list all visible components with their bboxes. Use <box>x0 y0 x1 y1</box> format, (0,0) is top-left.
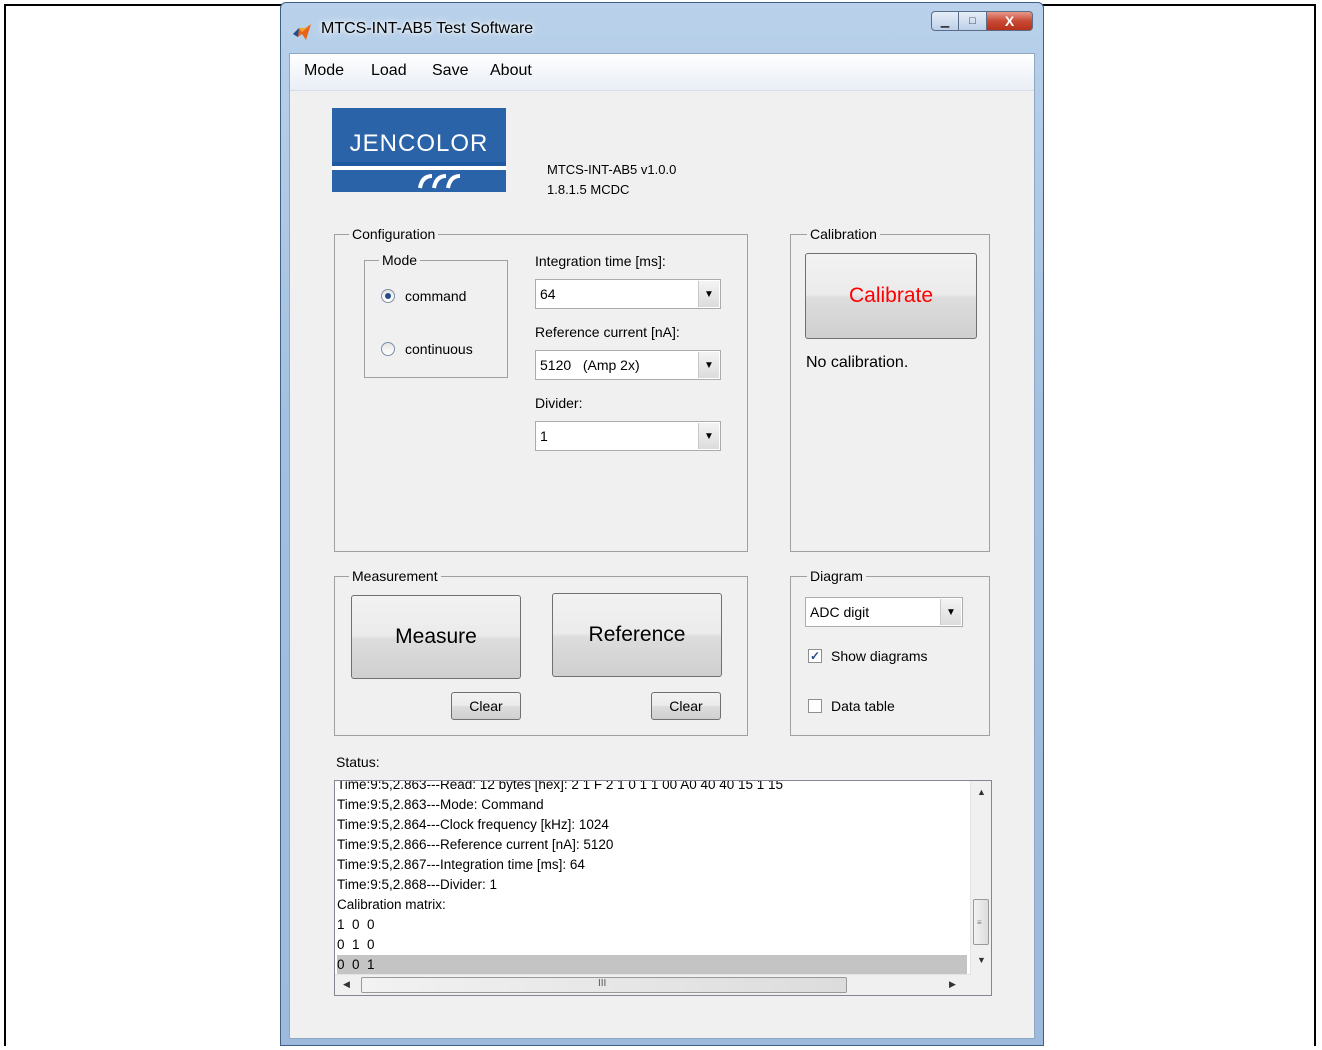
horizontal-scroll-thumb[interactable]: III <box>361 977 847 993</box>
configuration-title: Configuration <box>349 225 439 243</box>
status-log[interactable]: Time:9:5,2.863---Read: 12 bytes [hex]: 2… <box>334 780 992 996</box>
integration-time-value: 64 <box>540 286 556 302</box>
matlab-icon <box>293 24 311 40</box>
status-log-line[interactable]: 0 1 0 <box>337 935 967 955</box>
radio-command[interactable] <box>381 289 395 303</box>
divider-label: Divider: <box>535 395 583 411</box>
calibration-status: No calibration. <box>806 354 909 371</box>
integration-time-select[interactable]: 64 ▼ <box>535 279 721 309</box>
menu-bar: Mode Load Save About <box>290 54 1034 91</box>
mode-title: Mode <box>379 251 421 269</box>
vertical-scrollbar[interactable]: ▲ ≡ ▼ <box>970 781 991 975</box>
measure-button[interactable]: Measure <box>351 595 521 679</box>
scroll-grip: III <box>598 978 607 989</box>
configuration-group: Configuration Mode command continuous In… <box>334 225 748 552</box>
reference-current-select[interactable]: 5120 (Amp 2x) ▼ <box>535 350 721 380</box>
menu-save[interactable]: Save <box>432 62 468 80</box>
data-table-checkbox[interactable] <box>808 699 822 713</box>
status-log-line[interactable]: 0 0 1 <box>337 955 967 975</box>
reference-current-label: Reference current [nA]: <box>535 324 680 340</box>
version-line-1: MTCS-INT-AB5 v1.0.0 <box>547 162 677 177</box>
menu-mode[interactable]: Mode <box>304 62 344 80</box>
maximize-button[interactable]: □ <box>959 11 987 31</box>
scroll-right-icon[interactable]: ▶ <box>949 979 956 990</box>
reference-button[interactable]: Reference <box>552 593 722 677</box>
vertical-scroll-thumb[interactable]: ≡ <box>973 899 989 945</box>
version-line-2: 1.8.1.5 MCDC <box>547 182 630 197</box>
scroll-left-icon[interactable]: ◀ <box>343 979 350 990</box>
integration-time-label: Integration time [ms]: <box>535 253 666 269</box>
jencolor-logo: JENCOLOR <box>332 108 506 192</box>
show-diagrams-label: Show diagrams <box>831 648 928 664</box>
clear-measure-button[interactable]: Clear <box>451 692 521 720</box>
radio-continuous[interactable] <box>381 342 395 356</box>
status-log-line[interactable]: Time:9:5,2.867---Integration time [ms]: … <box>337 855 967 875</box>
app-window: MTCS-INT-AB5 Test Software ▁ □ X Mode Lo… <box>280 2 1044 1046</box>
mode-group: Mode command continuous <box>364 251 508 378</box>
logo-mark-icon <box>418 174 461 189</box>
window-controls: ▁ □ X <box>931 11 1033 33</box>
divider-value: 1 <box>540 428 548 444</box>
client-area: Mode Load Save About JENCOLOR MTCS-INT-A… <box>289 53 1035 1039</box>
title-bar[interactable]: MTCS-INT-AB5 Test Software ▁ □ X <box>281 3 1043 51</box>
divider-select[interactable]: 1 ▼ <box>535 421 721 451</box>
diagram-select-value: ADC digit <box>810 604 870 620</box>
measurement-group: Measurement Measure Reference Clear Clea… <box>334 567 748 736</box>
window-title: MTCS-INT-AB5 Test Software <box>321 20 534 37</box>
scroll-down-icon[interactable]: ▼ <box>977 955 986 965</box>
status-log-line[interactable]: Time:9:5,2.864---Clock frequency [kHz]: … <box>337 815 967 835</box>
scroll-up-icon[interactable]: ▲ <box>977 787 986 797</box>
calibration-title: Calibration <box>807 225 880 243</box>
show-diagrams-checkbox[interactable]: ✓ <box>808 649 822 663</box>
diagram-title: Diagram <box>807 567 866 585</box>
status-log-line[interactable]: Time:9:5,2.868---Divider: 1 <box>337 875 967 895</box>
calibrate-button[interactable]: Calibrate <box>805 253 977 339</box>
chevron-down-icon[interactable]: ▼ <box>698 423 719 449</box>
calibration-group: Calibration Calibrate No calibration. <box>790 225 990 552</box>
status-log-line[interactable]: Time:9:5,2.863---Read: 12 bytes [hex]: 2… <box>337 781 967 795</box>
diagram-group: Diagram ADC digit ▼ ✓ Show diagrams Data… <box>790 567 990 736</box>
status-label: Status: <box>336 754 380 770</box>
chevron-down-icon[interactable]: ▼ <box>698 352 719 378</box>
status-log-lines: Time:9:5,2.863---Read: 12 bytes [hex]: 2… <box>337 781 967 975</box>
status-log-line[interactable]: Time:9:5,2.863---Mode: Command <box>337 795 967 815</box>
logo-text: JENCOLOR <box>349 130 489 157</box>
chevron-down-icon[interactable]: ▼ <box>698 281 719 307</box>
diagram-select[interactable]: ADC digit ▼ <box>805 597 963 627</box>
version-info: MTCS-INT-AB5 v1.0.0 1.8.1.5 MCDC <box>547 160 676 200</box>
measurement-title: Measurement <box>349 567 441 585</box>
menu-about[interactable]: About <box>490 62 532 80</box>
data-table-label: Data table <box>831 698 895 714</box>
menu-load[interactable]: Load <box>371 62 407 80</box>
scrollbar-corner <box>971 975 991 995</box>
reference-current-value: 5120 (Amp 2x) <box>540 357 640 373</box>
status-log-line[interactable]: Time:9:5,2.866---Reference current [nA]:… <box>337 835 967 855</box>
status-log-line[interactable]: 1 0 0 <box>337 915 967 935</box>
minimize-button[interactable]: ▁ <box>931 11 959 31</box>
clear-reference-button[interactable]: Clear <box>651 692 721 720</box>
chevron-down-icon[interactable]: ▼ <box>940 599 961 625</box>
radio-continuous-label: continuous <box>405 341 473 357</box>
close-button[interactable]: X <box>987 11 1033 31</box>
status-log-line[interactable]: Calibration matrix: <box>337 895 967 915</box>
horizontal-scrollbar[interactable]: ◀ III ▶ <box>335 974 971 995</box>
radio-command-label: command <box>405 288 467 304</box>
